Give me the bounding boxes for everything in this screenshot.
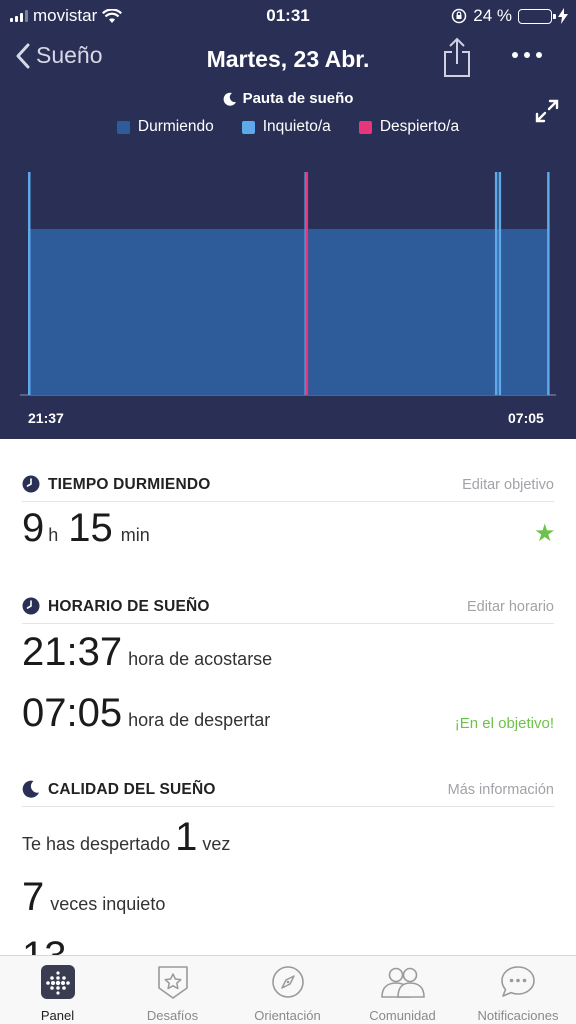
- sleep-pattern-title-text: Pauta de sueño: [242, 90, 354, 107]
- more-options-button[interactable]: [512, 52, 542, 58]
- tab-label: Notificaciones: [477, 1008, 559, 1023]
- tab-panel[interactable]: Panel: [0, 964, 115, 1023]
- tab-challenges[interactable]: Desafíos: [115, 964, 230, 1023]
- bottom-tab-bar: Panel Desafíos Orientación Comunidad Not…: [0, 955, 576, 1024]
- sleep-hours-unit: h: [48, 525, 59, 545]
- bedtime-value: 21:37: [22, 630, 123, 674]
- edit-schedule-link[interactable]: Editar horario: [467, 599, 554, 615]
- wake-time-row: 07:05 hora de despertar: [22, 691, 270, 736]
- bedtime-row: 21:37 hora de acostarse: [22, 630, 272, 675]
- section-heading: HORARIO DE SUEÑO: [48, 598, 210, 615]
- moon-icon: [22, 780, 39, 798]
- expand-icon: [535, 99, 559, 123]
- times-restless-value: 7: [22, 875, 45, 919]
- wake-time-value: 07:05: [22, 691, 123, 735]
- sleep-segment: [305, 172, 309, 395]
- charging-bolt-icon: [558, 8, 568, 24]
- sleep-minutes-unit: min: [120, 525, 150, 545]
- times-restless-row: 7 veces inquieto: [22, 875, 165, 920]
- sleep-minutes-value: 15: [68, 506, 113, 550]
- share-icon: [444, 37, 470, 77]
- chart-end-time: 07:05: [508, 410, 544, 426]
- sleep-pattern-title: Pauta de sueño: [0, 90, 576, 107]
- battery-percent: 24 %: [473, 6, 512, 25]
- goal-star-icon: ★: [534, 520, 556, 547]
- edit-goal-link[interactable]: Editar objetivo: [462, 477, 554, 493]
- legend-swatch: [241, 120, 255, 134]
- sleep-segment: [494, 172, 498, 395]
- sleep-segment: [547, 172, 550, 395]
- legend-item-awake: Despierto/a: [358, 118, 460, 136]
- sleep-schedule-section-header: HORARIO DE SUEÑO Editar horario: [22, 594, 554, 624]
- sleep-segment: [499, 229, 548, 395]
- bedtime-label: hora de acostarse: [128, 649, 273, 669]
- tab-label: Panel: [40, 1008, 75, 1023]
- navigation-bar: Sueño Martes, 23 Abr.: [0, 36, 576, 84]
- page-title: Martes, 23 Abr.: [206, 46, 370, 72]
- times-awake-suffix: vez: [202, 834, 231, 854]
- tab-label: Comunidad: [369, 1008, 436, 1023]
- challenge-star-icon: [157, 966, 188, 999]
- wake-time-label: hora de despertar: [128, 710, 271, 730]
- times-awake-row: Te has despertado 1 vez: [22, 815, 230, 860]
- sleep-duration: 9 h 15 min: [22, 506, 150, 551]
- sleep-segment: [28, 229, 305, 395]
- tab-guidance[interactable]: Orientación: [230, 964, 345, 1023]
- tab-community[interactable]: Comunidad: [345, 964, 460, 1023]
- legend-item-restless: Inquieto/a: [241, 118, 331, 136]
- rotation-lock-icon: [452, 8, 467, 24]
- section-heading: CALIDAD DEL SUEÑO: [48, 781, 216, 798]
- sleep-hours-value: 9: [22, 506, 45, 550]
- chart-start-time: 21:37: [28, 410, 64, 426]
- tab-label: Orientación: [254, 1008, 321, 1023]
- tab-label: Desafíos: [146, 1008, 199, 1023]
- status-bar: movistar 01:31 24 %: [0, 0, 576, 32]
- share-button[interactable]: [442, 36, 472, 83]
- compass-icon: [271, 966, 304, 998]
- sleep-segment: [28, 172, 31, 395]
- sleep-header: movistar 01:31 24 % Sueño Martes, 23 Abr…: [0, 0, 576, 439]
- sleep-time-section-header: TIEMPO DURMIENDO Editar objetivo: [22, 472, 554, 502]
- times-awake-value: 1: [175, 815, 198, 859]
- sleep-segment: [308, 229, 495, 395]
- tab-notifications[interactable]: Notificaciones: [460, 964, 576, 1023]
- times-awake-prefix: Te has despertado: [22, 834, 171, 854]
- clock-icon: [22, 597, 40, 615]
- legend-label: Durmiendo: [137, 118, 214, 135]
- times-restless-label: veces inquieto: [50, 894, 166, 914]
- expand-chart-button[interactable]: [534, 98, 560, 129]
- legend-label: Inquieto/a: [262, 118, 331, 135]
- chart-legend: Durmiendo Inquieto/a Despierto/a: [0, 118, 576, 136]
- legend-item-asleep: Durmiendo: [116, 118, 214, 136]
- legend-swatch: [116, 120, 130, 134]
- more-info-link[interactable]: Más información: [448, 782, 554, 798]
- section-heading: TIEMPO DURMIENDO: [48, 476, 211, 493]
- chat-bubble-icon: [501, 966, 535, 997]
- battery-icon: [518, 8, 556, 24]
- sleep-segment: [498, 172, 502, 395]
- community-icon: [380, 967, 425, 998]
- clock-icon: [22, 475, 40, 493]
- legend-swatch: [358, 120, 372, 134]
- moon-icon: [223, 92, 236, 106]
- dashboard-icon: [40, 965, 75, 999]
- legend-label: Despierto/a: [379, 118, 460, 135]
- sleep-quality-section-header: CALIDAD DEL SUEÑO Más información: [22, 777, 554, 807]
- sleep-pattern-chart[interactable]: [0, 172, 576, 432]
- goal-status: ¡En el objetivo!: [454, 715, 554, 732]
